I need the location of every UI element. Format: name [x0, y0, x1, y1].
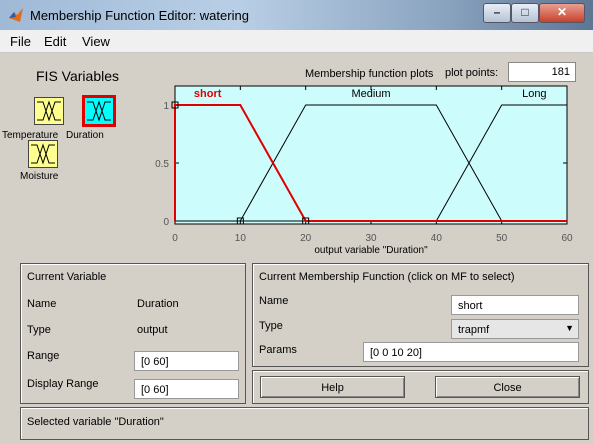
mf-type-value: trapmf [458, 324, 490, 336]
cv-name-value: Duration [137, 298, 179, 310]
x-tick-label: 0 [172, 233, 178, 244]
x-tick-label: 30 [365, 233, 377, 244]
mf-label-long[interactable]: Long [522, 88, 546, 100]
x-axis-label: output variable "Duration" [314, 245, 428, 256]
mf-type-select[interactable]: trapmf ▼ [451, 319, 579, 339]
y-tick-label: 0.5 [155, 159, 169, 170]
x-tick-label: 20 [300, 233, 312, 244]
close-button[interactable]: Close [435, 376, 580, 398]
x-tick-labels: 0 10 20 30 40 50 60 [172, 233, 573, 244]
mf-label-short[interactable]: short [194, 88, 222, 100]
x-tick-label: 50 [496, 233, 508, 244]
mf-params-input[interactable]: [0 0 10 20] [363, 342, 579, 362]
buttons-panel: Help Close [252, 370, 589, 404]
plot-area [174, 85, 568, 225]
cv-type-label: Type [27, 324, 51, 336]
mf-editor-window: Membership Function Editor: watering – □… [0, 0, 593, 444]
current-mf-heading: Current Membership Function (click on MF… [259, 271, 515, 283]
status-text: Selected variable "Duration" [27, 416, 164, 428]
mf-type-label: Type [259, 320, 283, 332]
display-range-input[interactable]: [0 60] [134, 379, 239, 399]
x-tick-label: 60 [561, 233, 573, 244]
x-tick-label: 10 [235, 233, 247, 244]
help-button[interactable]: Help [260, 376, 405, 398]
current-mf-panel: Current Membership Function (click on MF… [252, 263, 589, 367]
mf-label-medium[interactable]: Medium [351, 88, 390, 100]
current-variable-heading: Current Variable [27, 271, 107, 283]
cv-type-value: output [137, 324, 168, 336]
mf-name-label: Name [259, 295, 289, 307]
mf-params-label: Params [259, 344, 297, 356]
range-input[interactable]: [0 60] [134, 351, 239, 371]
status-bar: Selected variable "Duration" [20, 407, 589, 440]
y-tick-labels: 00.51 [155, 101, 169, 228]
current-variable-panel: Current Variable Name Duration Type outp… [20, 263, 246, 404]
cv-range-label: Range [27, 350, 60, 362]
cv-display-range-label: Display Range [27, 378, 99, 390]
y-tick-label: 0 [163, 217, 169, 228]
chevron-down-icon[interactable]: ▼ [565, 323, 574, 333]
x-tick-label: 40 [431, 233, 443, 244]
cv-name-label: Name [27, 298, 57, 310]
mf-name-input[interactable]: short [451, 295, 579, 315]
y-tick-label: 1 [163, 101, 169, 112]
